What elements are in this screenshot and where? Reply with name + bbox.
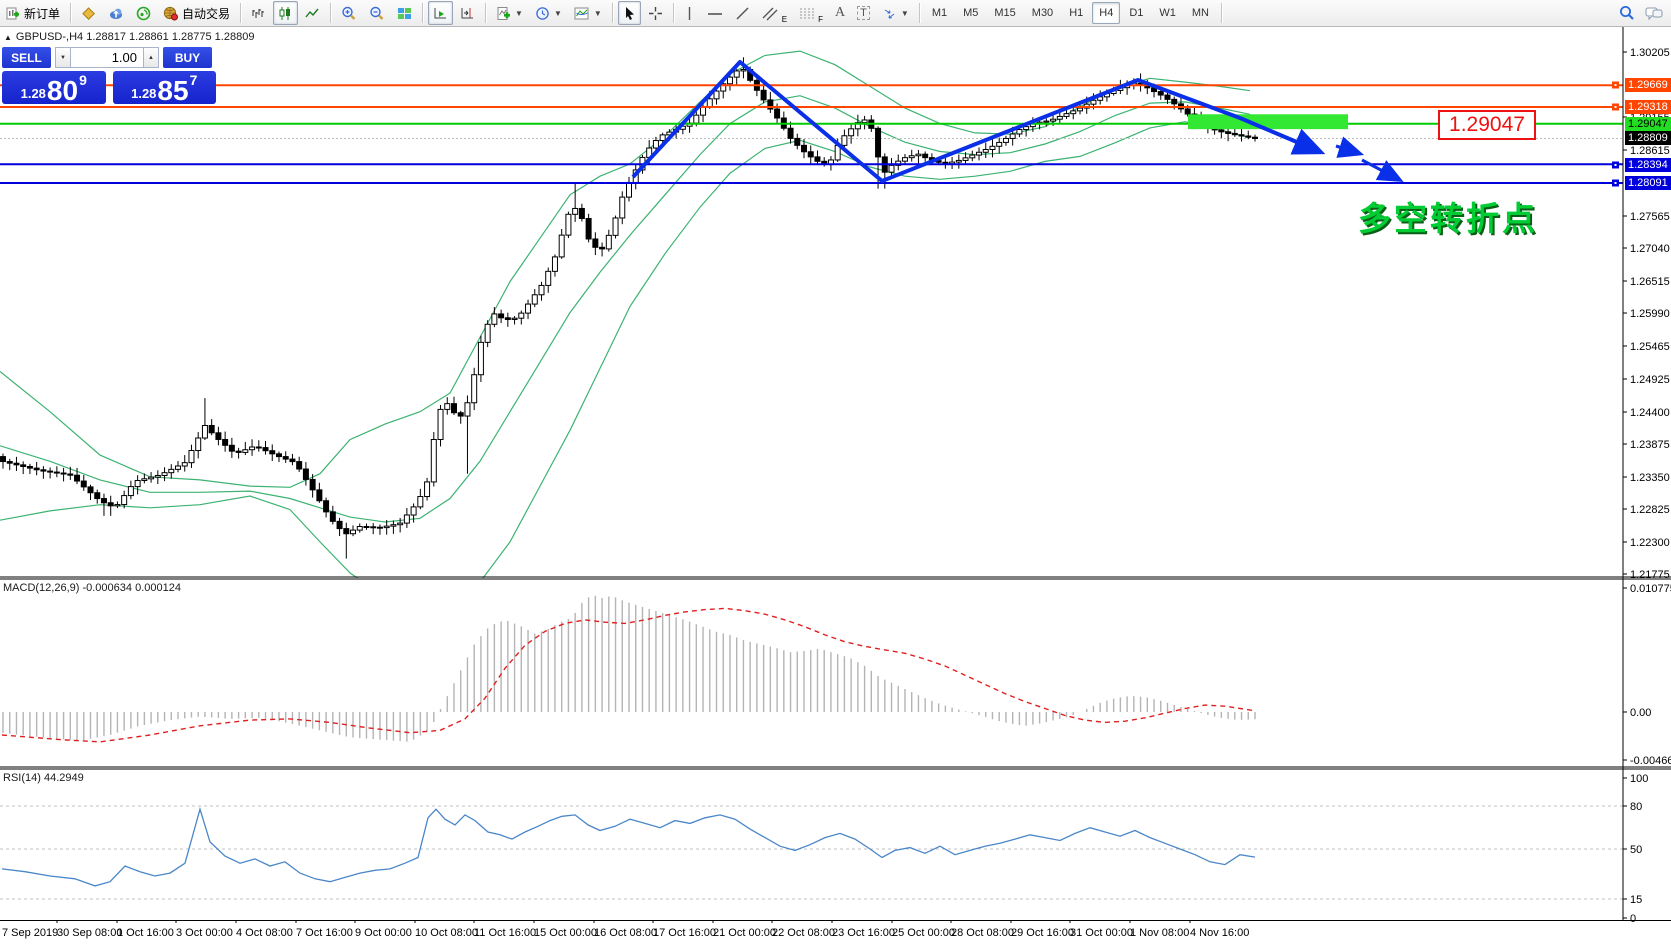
sell-price-display[interactable]: 1.28 80 9: [2, 71, 106, 104]
date-label: 4 Oct 08:00: [236, 927, 293, 939]
sell-price-small: 1.28: [20, 86, 46, 101]
bollinger-middle-band: [0, 95, 1251, 523]
date-label: 29 Oct 16:00: [1011, 927, 1074, 939]
price-tick-label: 1.26515: [1630, 276, 1670, 288]
date-label: 30 Sep 08:00: [57, 927, 122, 939]
buy-price-small: 1.28: [131, 86, 157, 101]
main-pane: [0, 50, 1623, 578]
rsi-label: RSI(14) 44.2949: [3, 772, 84, 784]
date-label: 10 Oct 08:00: [415, 927, 478, 939]
buy-price-big: 85: [157, 74, 189, 106]
volume-input[interactable]: 1.00: [71, 47, 143, 68]
sell-button[interactable]: SELL: [2, 47, 51, 68]
date-label: 16 Oct 08:00: [594, 927, 657, 939]
price-badge: 1.29047: [1625, 117, 1671, 131]
price-tick-label: 1.23875: [1630, 439, 1670, 451]
price-tick-label: 1.22825: [1630, 504, 1670, 516]
bollinger-lower-band: [0, 121, 1251, 578]
rsi-axis-label: 15: [1630, 894, 1642, 906]
highlight-rectangle[interactable]: [1188, 114, 1348, 130]
date-label: 1 Nov 08:00: [1130, 927, 1189, 939]
macd-axis-label: -0.004668: [1630, 755, 1671, 767]
price-tick-label: 1.27040: [1630, 243, 1670, 255]
rsi-axis-label: 80: [1630, 801, 1642, 813]
collapse-triangle-icon[interactable]: ▲: [4, 33, 12, 42]
macd-pane: [1, 595, 1256, 743]
price-badge: 1.29669: [1625, 78, 1671, 92]
sell-price-big: 80: [46, 74, 79, 106]
date-axis: 7 Sep 201930 Sep 08:001 Oct 16:00 3 Oct 0…: [2, 920, 1249, 939]
price-tick-label: 1.24400: [1630, 407, 1670, 419]
volume-up-button[interactable]: ▲: [143, 47, 159, 68]
date-label: 3 Oct 00:00: [176, 927, 233, 939]
price-tick-label: 1.27565: [1630, 211, 1670, 223]
turning-point-annotation: 多空转折点: [1358, 200, 1538, 237]
rsi-axis-label: 0: [1630, 913, 1636, 925]
price-badge: 1.28091: [1625, 176, 1671, 190]
buy-price-display[interactable]: 1.28 85 7: [112, 71, 216, 106]
date-label: 28 Oct 08:00: [951, 927, 1014, 939]
date-label: 11 Oct 16:00: [474, 927, 536, 939]
price-tick-label: 1.25990: [1630, 308, 1670, 320]
date-label: 7 Sep 2019: [2, 927, 58, 939]
buy-button[interactable]: BUY: [163, 47, 212, 68]
chart-frame: [0, 27, 1671, 921]
macd-axis-label: 0.00: [1630, 707, 1651, 719]
forecast-arrow[interactable]: [1361, 158, 1404, 182]
macd-axis-label: 0.010775: [1630, 583, 1671, 595]
date-label: 21 Oct 00:00: [713, 927, 776, 939]
date-label: 25 Oct 00:00: [892, 927, 955, 939]
price-tick-label: 1.22300: [1630, 537, 1670, 549]
price-badge: 1.28809: [1625, 131, 1671, 145]
price-tick-label: 1.25465: [1630, 341, 1670, 353]
date-label: 1 Oct 16:00: [117, 927, 174, 939]
one-click-trading-panel: SELL ▼ 1.00 ▲ BUY 1.28 80 9 1.28 85 7: [2, 47, 216, 104]
rsi-axis-label: 50: [1630, 844, 1642, 856]
volume-down-button[interactable]: ▼: [55, 47, 71, 68]
price-badge: 1.28394: [1625, 158, 1671, 172]
symbol-ohlc-text: GBPUSD-,H4 1.28817 1.28861 1.28775 1.288…: [15, 31, 255, 43]
date-label: 9 Oct 00:00: [355, 927, 412, 939]
price-tick-label: 1.30205: [1630, 47, 1670, 59]
date-label: 22 Oct 08:00: [772, 927, 835, 939]
mt4-window: 新订单 自动交易 ▼ ▼ ▼ E F A T ▼ M1 M5 M15 M30 H…: [0, 0, 1671, 949]
macd-label: MACD(12,26,9) -0.000634 0.000124: [3, 582, 181, 594]
date-label: 7 Oct 16:00: [296, 927, 353, 939]
date-label: 17 Oct 16:00: [653, 927, 716, 939]
date-label: 31 Oct 00:00: [1070, 927, 1133, 939]
price-callout-box[interactable]: 1.29047: [1438, 110, 1536, 140]
date-label: 15 Oct 00:00: [534, 927, 597, 939]
chart-canvas: 1.302051.291551.286151.275651.270401.265…: [0, 27, 1671, 939]
price-tick-label: 1.28615: [1630, 145, 1670, 157]
date-label: 4 Nov 16:00: [1190, 927, 1249, 939]
buy-price-pip: 7: [189, 72, 198, 88]
symbol-ohlc-line: ▲ GBPUSD-,H4 1.28817 1.28861 1.28775 1.2…: [4, 31, 254, 43]
price-badge: 1.29318: [1625, 100, 1671, 114]
date-label: 23 Oct 16:00: [832, 927, 895, 939]
sell-price-pip: 9: [79, 72, 87, 88]
price-tick-label: 1.24925: [1630, 374, 1670, 386]
price-tick-label: 1.23350: [1630, 472, 1670, 484]
forecast-arrow[interactable]: [1335, 136, 1365, 158]
price-tick-label: 1.21775: [1630, 569, 1670, 581]
rsi-axis-label: 100: [1630, 773, 1648, 785]
rsi-line: [1, 806, 1256, 887]
